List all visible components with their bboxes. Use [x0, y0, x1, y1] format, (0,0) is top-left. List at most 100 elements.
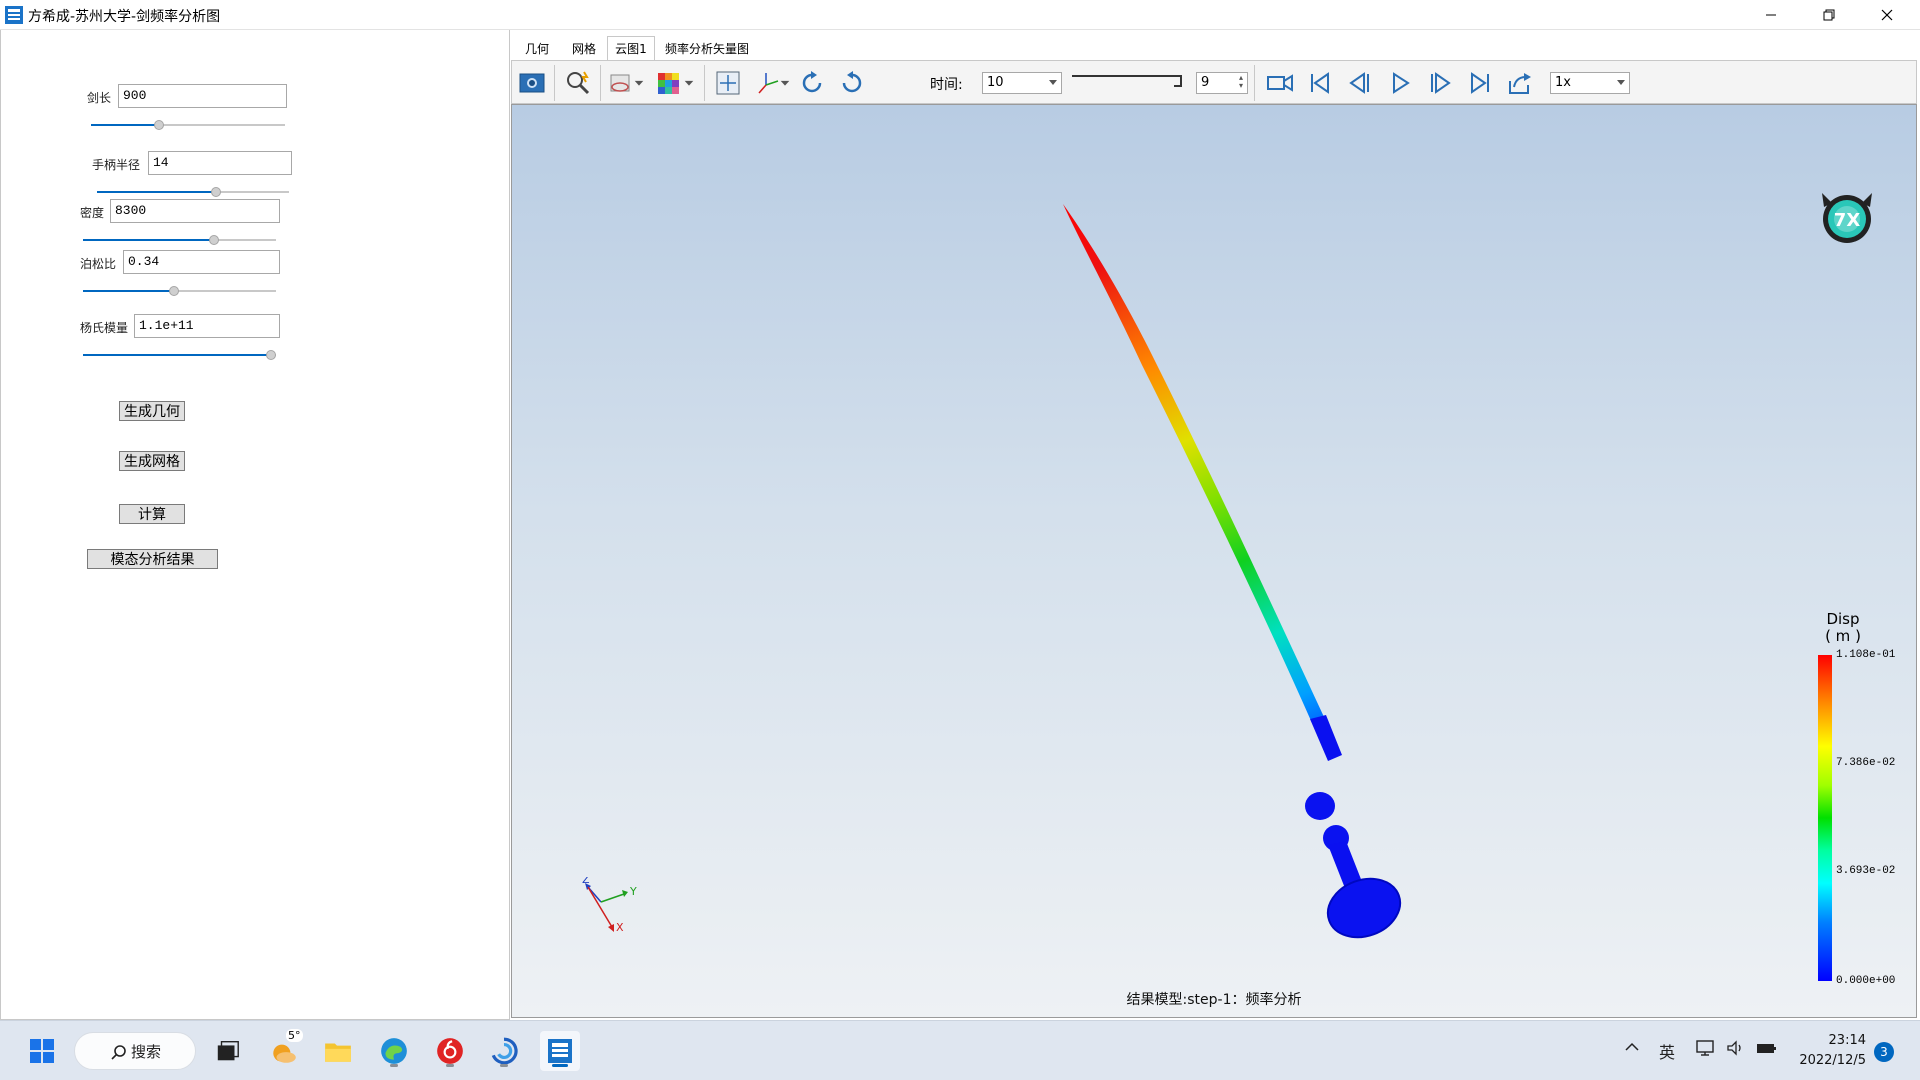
battery-icon[interactable] [1756, 1039, 1778, 1061]
legend-color-bar [1818, 655, 1832, 981]
weather-widget[interactable]: 5° [264, 1029, 304, 1071]
axis-triad: Z Y X [582, 877, 637, 934]
task-view-icon [217, 1041, 239, 1061]
legend-label-mid: 3.693e-02 [1836, 865, 1896, 877]
minimize-button[interactable] [1742, 0, 1800, 30]
density-input[interactable]: 8300 [110, 199, 280, 223]
svg-text:7X: 7X [1834, 210, 1861, 231]
rotate-ccw-icon [842, 71, 862, 93]
slider-thumb[interactable] [153, 120, 164, 130]
tab-frequency-vector[interactable]: 频率分析矢量图 [661, 36, 753, 60]
chevron-down-icon [1617, 80, 1625, 85]
generate-mesh-button[interactable]: 生成网格 [119, 451, 185, 471]
search-icon [111, 1045, 126, 1060]
modal-analysis-result-button[interactable]: 模态分析结果 [87, 549, 218, 569]
app-icon [548, 1039, 572, 1063]
chevron-down-icon [1049, 80, 1057, 85]
clock-time: 23:14 [1828, 1033, 1866, 1048]
screenshot-button[interactable] [516, 67, 548, 99]
colormap-button[interactable] [652, 67, 684, 99]
frame-spinbox[interactable]: 9 ▴ ▾ [1196, 72, 1248, 94]
handle-radius-input[interactable]: 14 [148, 151, 292, 175]
notification-badge[interactable]: 3 [1874, 1042, 1894, 1062]
step-forward-icon [1431, 72, 1451, 94]
speed-select[interactable]: 1x [1550, 72, 1630, 94]
ime-indicator[interactable]: 英 [1659, 1039, 1675, 1063]
window-title: 方希成-苏州大学-剑频率分析图 [28, 9, 221, 25]
export-button[interactable] [1504, 67, 1536, 99]
axis-view-dropdown[interactable] [778, 67, 792, 99]
chevron-down-icon [634, 80, 644, 86]
tab-contour[interactable]: 云图1 [607, 36, 655, 60]
close-button[interactable] [1858, 0, 1916, 30]
fit-view-icon [716, 71, 740, 95]
youngs-modulus-slider[interactable] [83, 348, 276, 362]
slider-thumb[interactable] [266, 350, 276, 360]
slider-thumb[interactable] [211, 187, 222, 197]
tab-geometry[interactable]: 几何 [519, 36, 555, 60]
youngs-modulus-input[interactable]: 1.1e+11 [134, 314, 280, 338]
legend-label-min: 0.000e+00 [1836, 975, 1896, 987]
slider-thumb[interactable] [209, 235, 220, 245]
spin-arrows-icon[interactable]: ▴ ▾ [1239, 74, 1243, 90]
time-slider[interactable] [1068, 73, 1188, 93]
param-label-youngs: 杨氏模量 [80, 321, 129, 335]
prev-frame-button[interactable] [1344, 67, 1376, 99]
sword-analysis-app-button[interactable] [540, 1031, 580, 1071]
music-app-icon [437, 1038, 463, 1064]
legend-label-max: 1.108e-01 [1836, 649, 1896, 661]
rotate-cw-button[interactable] [796, 67, 828, 99]
legend-title: Disp ( m ) [1818, 611, 1868, 645]
handle-radius-slider[interactable] [97, 185, 289, 199]
weather-temp: 5° [286, 1029, 303, 1042]
poisson-input[interactable]: 0.34 [123, 250, 280, 274]
app-swirl-button[interactable] [484, 1031, 524, 1071]
rotate-ccw-button[interactable] [836, 67, 868, 99]
param-label-length: 剑长 [87, 91, 112, 105]
play-button[interactable] [1384, 67, 1416, 99]
volume-icon[interactable] [1726, 1039, 1744, 1061]
record-video-button[interactable] [1264, 67, 1296, 99]
show-hidden-icons-button[interactable] [1624, 1039, 1640, 1059]
tab-mesh[interactable]: 网格 [565, 36, 603, 60]
zoom-fit-button[interactable] [562, 67, 594, 99]
length-slider[interactable] [91, 118, 285, 132]
edge-browser-button[interactable] [374, 1031, 414, 1071]
time-select[interactable]: 10 [982, 72, 1062, 94]
3d-viewport[interactable]: 7X Z Y X Disp ( m ) 1.108e-01 7.386e-02 … [511, 104, 1917, 1018]
network-icon[interactable] [1696, 1039, 1714, 1061]
restore-button[interactable] [1800, 0, 1858, 30]
poisson-slider[interactable] [83, 284, 276, 298]
param-label-density: 密度 [80, 206, 105, 220]
start-button[interactable] [22, 1031, 62, 1071]
fit-view-button[interactable] [712, 67, 744, 99]
restore-icon [1823, 9, 1835, 21]
file-explorer-button[interactable] [318, 1031, 358, 1071]
generate-geometry-button[interactable]: 生成几何 [119, 401, 185, 421]
parameter-panel: 剑长 900 手柄半径 14 密度 8300 泊松比 0.34 杨氏模量 1.1… [0, 30, 510, 1020]
slider-thumb[interactable] [168, 286, 179, 296]
active-indicator [552, 1064, 568, 1067]
clock[interactable]: 23:14 2022/12/5 [1790, 1031, 1866, 1071]
chevron-down-icon [780, 80, 790, 86]
density-slider[interactable] [83, 233, 276, 247]
windows-icon [30, 1039, 54, 1063]
netease-music-button[interactable] [430, 1031, 470, 1071]
legend-label-high: 7.386e-02 [1836, 757, 1896, 769]
axis-x-label: X [616, 921, 624, 934]
taskbar-search[interactable]: 搜索 [74, 1032, 196, 1070]
sword-handle [1310, 715, 1342, 761]
colormap-dropdown[interactable] [682, 67, 696, 99]
first-frame-button[interactable] [1304, 67, 1336, 99]
next-frame-button[interactable] [1424, 67, 1456, 99]
export-icon [1509, 73, 1531, 94]
last-frame-button[interactable] [1464, 67, 1496, 99]
param-label-handle-radius: 手柄半径 [92, 158, 141, 172]
task-view-button[interactable] [208, 1031, 248, 1071]
speed-select-value: 1x [1555, 75, 1571, 90]
compute-button[interactable]: 计算 [119, 504, 185, 524]
color-grid-icon [658, 73, 679, 94]
length-input[interactable]: 900 [118, 84, 287, 108]
display-mode-dropdown[interactable] [632, 67, 646, 99]
axis-y-label: Y [629, 885, 637, 898]
